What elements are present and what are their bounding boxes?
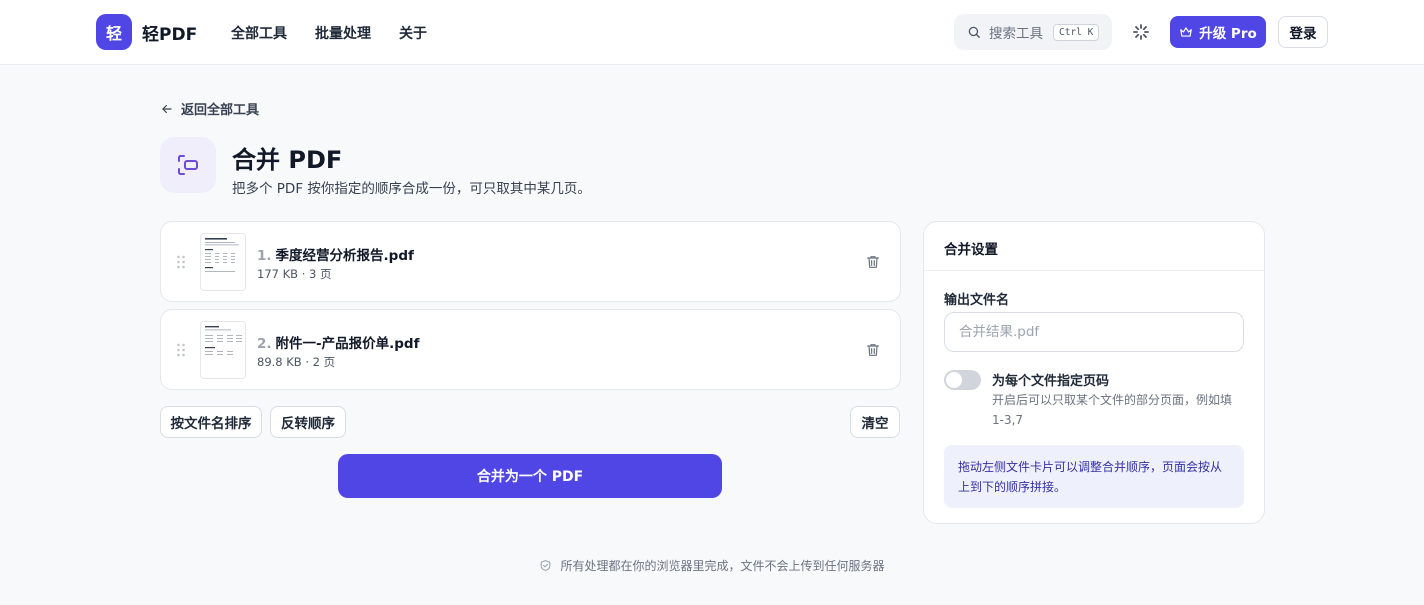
file-thumbnail [200, 233, 246, 291]
search-label: 搜索工具 [989, 26, 1043, 42]
nav-about[interactable]: 关于 [399, 23, 427, 43]
reverse-order-button[interactable]: 反转顺序 [270, 406, 346, 438]
file-thumbnail [200, 321, 246, 379]
drag-tip: 拖动左侧文件卡片可以调整合并顺序，页面会按从上到下的顺序拼接。 [944, 445, 1244, 508]
drag-handle-icon[interactable] [176, 342, 186, 358]
back-link[interactable]: 返回全部工具 [160, 99, 259, 118]
drag-handle-icon[interactable] [176, 254, 186, 270]
page-range-help: 开启后可以只取某个文件的部分页面，例如填 1-3,7 [992, 393, 1233, 427]
upgrade-pro-button[interactable]: 升级 Pro [1170, 16, 1266, 48]
page-subtitle: 把多个 PDF 按你指定的顺序合成一份，可只取其中某几页。 [232, 181, 591, 197]
file-meta: 89.8 KB · 2 页 [257, 355, 336, 369]
arrow-left-icon [162, 104, 172, 113]
panel-title: 合并设置 [944, 242, 998, 258]
merge-icon [178, 155, 198, 175]
page-range-toggle-label: 为每个文件指定页码 [992, 374, 1110, 389]
clear-button[interactable]: 清空 [850, 406, 900, 438]
panel-divider [924, 270, 1264, 271]
logo-mark[interactable]: 轻 [96, 14, 132, 50]
shield-check-icon [541, 560, 551, 571]
app-header: 轻 轻PDF 全部工具 批量处理 关于 搜索工具 Ctrl K 升级 Pro 登… [0, 0, 1424, 65]
nav-batch[interactable]: 批量处理 [315, 23, 371, 43]
sort-by-name-button[interactable]: 按文件名排序 [160, 406, 262, 438]
trash-icon[interactable] [865, 342, 881, 358]
merge-settings-panel: 合并设置 输出文件名 为每个文件指定页码 开启后可以只取某个文件的部分页面，例如… [923, 221, 1265, 524]
brand-name[interactable]: 轻PDF [142, 20, 197, 45]
theme-toggle-button[interactable] [1129, 20, 1153, 44]
file-name-text: 季度经营分析报告.pdf [275, 248, 414, 264]
loader-icon [1133, 24, 1149, 40]
output-filename-input[interactable] [944, 312, 1244, 352]
search-icon [968, 26, 980, 38]
file-index: 2. [257, 336, 272, 352]
file-name: 1. 季度经营分析报告.pdf [257, 244, 414, 264]
output-filename-label: 输出文件名 [944, 293, 1010, 308]
privacy-footer: 所有处理都在你的浏览器里完成，文件不会上传到任何服务器 [0, 557, 1424, 574]
file-name: 2. 附件一-产品报价单.pdf [257, 332, 419, 352]
crown-icon [1180, 27, 1193, 37]
search-shortcut: Ctrl K [1053, 23, 1100, 41]
file-card[interactable]: 1. 季度经营分析报告.pdf 177 KB · 3 页 [160, 221, 901, 302]
file-index: 1. [257, 248, 272, 264]
nav-all-tools[interactable]: 全部工具 [231, 23, 287, 43]
merge-tool-icon [160, 137, 216, 193]
file-card[interactable]: 2. 附件一-产品报价单.pdf 89.8 KB · 2 页 [160, 309, 901, 390]
merge-button[interactable]: 合并为一个 PDF [338, 454, 722, 498]
page-title: 合并 PDF [232, 146, 343, 174]
login-button[interactable]: 登录 [1278, 16, 1328, 48]
privacy-text: 所有处理都在你的浏览器里完成，文件不会上传到任何服务器 [560, 559, 885, 573]
search-button[interactable]: 搜索工具 Ctrl K [954, 14, 1112, 50]
main-nav: 全部工具 批量处理 关于 [231, 23, 427, 43]
file-meta: 177 KB · 3 页 [257, 267, 332, 281]
page-range-toggle[interactable] [944, 370, 981, 390]
trash-icon[interactable] [865, 254, 881, 270]
file-name-text: 附件一-产品报价单.pdf [275, 336, 420, 352]
toggle-knob [946, 372, 962, 388]
upgrade-pro-label: 升级 Pro [1199, 26, 1257, 42]
back-link-label: 返回全部工具 [181, 103, 260, 118]
